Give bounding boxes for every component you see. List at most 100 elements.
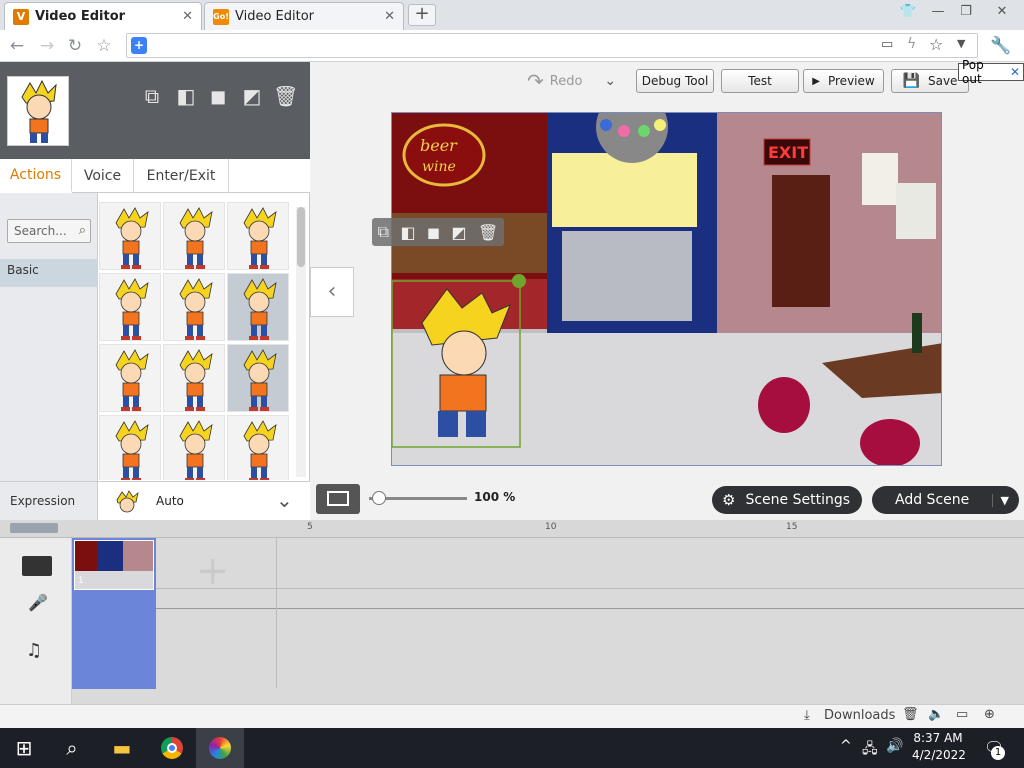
action-thumbnail[interactable] — [99, 202, 161, 270]
bookmark-star-icon[interactable]: ☆ — [93, 35, 115, 57]
scene-stage[interactable]: beer wine EXIT — [391, 112, 942, 466]
tab-actions[interactable]: Actions — [0, 159, 72, 193]
scene-thumbnail[interactable] — [74, 540, 154, 590]
tab-video-editor-2[interactable]: Go! Video Editor ✕ — [204, 2, 404, 30]
tab-voice[interactable]: Voice — [72, 159, 134, 193]
shirt-icon[interactable]: 👕 — [894, 2, 922, 24]
flip-icon[interactable]: ◧ — [400, 223, 415, 242]
bring-forward-icon[interactable]: ◼ — [427, 223, 440, 242]
taskbar-time[interactable]: 8:37 AM — [912, 731, 964, 745]
svg-text:wine: wine — [422, 159, 456, 175]
close-popout-icon[interactable]: ✕ — [1010, 65, 1020, 79]
rotate-handle-icon[interactable] — [512, 274, 526, 288]
pinwheel-app-icon[interactable] — [196, 728, 244, 768]
screen-icon[interactable]: ▭ — [956, 707, 968, 722]
floppy-disk-icon: 💾 — [902, 73, 920, 89]
downloads-link[interactable]: Downloads — [824, 708, 895, 723]
back-icon[interactable]: ← — [6, 35, 28, 57]
tab-video-editor-active[interactable]: V Video Editor ✕ — [4, 2, 202, 30]
timeline-zoom-handle[interactable] — [10, 523, 58, 533]
svg-text:beer: beer — [420, 136, 458, 155]
panel-header: ⧉ ◧ ◼ ◩ 🗑 — [0, 62, 310, 159]
camera-icon — [327, 491, 349, 506]
action-thumbnail[interactable] — [163, 415, 225, 480]
zoom-slider-knob[interactable] — [371, 491, 386, 505]
close-tab-icon[interactable]: ✕ — [182, 9, 193, 24]
maximize-icon[interactable]: ❐ — [952, 2, 980, 24]
chrome-icon[interactable] — [148, 728, 196, 768]
app-favicon-icon: V — [13, 8, 29, 25]
navigation-bar: ← → ↻ ☆ + ▭ ϟ ☆ ▼ 🔧 — [0, 30, 1024, 62]
windows-start-icon[interactable]: ⊞ — [0, 728, 48, 768]
asset-panel: ⧉ ◧ ◼ ◩ 🗑 Actions Voice Enter/Exit Searc… — [0, 62, 310, 521]
action-thumbnail[interactable] — [227, 344, 289, 412]
trash-icon[interactable]: 🗑 — [902, 707, 919, 722]
flip-icon[interactable]: ◧ — [174, 84, 198, 108]
zoom-value: 100 % — [474, 490, 516, 504]
volume-icon[interactable]: 🔊 — [886, 738, 903, 754]
tab-enter-exit[interactable]: Enter/Exit — [134, 159, 229, 193]
expression-row: Expression Auto ⌄ — [0, 481, 310, 521]
action-thumbnail[interactable] — [163, 273, 225, 341]
new-tab-button[interactable]: + — [408, 4, 436, 26]
camera-button[interactable] — [316, 484, 360, 514]
expression-value[interactable]: Auto — [156, 494, 184, 508]
collapse-panel-button[interactable]: ‹ — [310, 267, 354, 317]
network-icon[interactable]: 🖧 — [862, 738, 878, 762]
scrollbar-thumb[interactable] — [297, 207, 305, 267]
redo-icon: ↷ — [527, 69, 544, 93]
goanimate-favicon-icon: Go! — [213, 8, 229, 25]
chevron-down-icon[interactable]: ⌄ — [276, 488, 293, 512]
wrench-icon[interactable]: 🔧 — [990, 35, 1012, 57]
preview-button[interactable]: ▶ Preview — [803, 69, 884, 93]
dropdown-arrow-icon[interactable]: ▼ — [957, 37, 965, 50]
favorite-star-icon[interactable]: ☆ — [929, 35, 943, 54]
send-backward-icon[interactable]: ◩ — [240, 84, 264, 108]
scene-settings-button[interactable]: ⚙ Scene Settings — [712, 486, 862, 514]
category-basic[interactable]: Basic — [0, 259, 98, 287]
trash-icon[interactable]: 🗑 — [273, 84, 298, 108]
swap-icon[interactable]: ⧉ — [140, 84, 164, 108]
action-thumbnail[interactable] — [163, 344, 225, 412]
address-bar[interactable]: + ▭ ϟ ☆ ▼ — [126, 33, 978, 58]
forward-icon[interactable]: → — [36, 35, 58, 57]
lightning-icon[interactable]: ϟ — [907, 36, 916, 52]
swap-icon[interactable]: ⧉ — [378, 222, 389, 242]
chevron-down-icon[interactable]: ⌄ — [604, 73, 616, 89]
debug-tool-button[interactable]: Debug Tool — [636, 69, 714, 93]
close-icon[interactable]: ✕ — [988, 2, 1016, 24]
file-explorer-icon[interactable]: ▬ — [98, 728, 146, 768]
add-scene-button[interactable]: Add Scene ▼ — [872, 486, 1019, 514]
action-thumbnail[interactable] — [227, 202, 289, 270]
send-backward-icon[interactable]: ◩ — [452, 223, 467, 242]
bring-forward-icon[interactable]: ◼ — [206, 84, 230, 108]
action-thumbnail[interactable] — [227, 273, 289, 341]
taskbar-date[interactable]: 4/2/2022 — [912, 748, 966, 762]
search-icon[interactable]: ⌕ — [48, 728, 96, 768]
search-input[interactable]: Search... ⌕ — [7, 219, 91, 243]
minimize-icon[interactable]: — — [924, 2, 952, 24]
redo-button[interactable]: ↷ Redo ⌄ — [527, 69, 616, 93]
action-thumbnail[interactable] — [99, 415, 161, 480]
pop-out-button[interactable]: Pop out ✕ — [958, 58, 1024, 86]
search-icon[interactable]: ⌕ — [79, 220, 86, 242]
scene-column[interactable]: 1 — [72, 538, 156, 689]
test-button[interactable]: Test — [721, 69, 799, 93]
action-thumbnail[interactable] — [227, 415, 289, 480]
reload-icon[interactable]: ↻ — [64, 35, 86, 57]
ruler-tick-10: 10 — [545, 522, 557, 532]
add-scene-placeholder-icon[interactable]: + — [196, 548, 230, 594]
action-thumbnail[interactable] — [99, 344, 161, 412]
speaker-icon[interactable]: 🔈 — [928, 707, 944, 722]
dropdown-arrow-icon[interactable]: ▼ — [991, 493, 1009, 507]
trash-icon[interactable]: 🗑 — [478, 223, 498, 242]
notification-badge: 1 — [991, 746, 1005, 760]
action-thumbnail[interactable] — [163, 202, 225, 270]
close-tab-icon[interactable]: ✕ — [384, 9, 395, 24]
screen-record-icon[interactable]: ▭ — [881, 37, 901, 54]
svg-text:EXIT: EXIT — [768, 143, 808, 162]
zoom-icon[interactable]: ⊕ — [984, 707, 995, 722]
timeline-ruler[interactable]: 5 10 15 — [0, 520, 1024, 538]
chevron-up-icon[interactable]: ^ — [840, 738, 852, 754]
action-thumbnail[interactable] — [99, 273, 161, 341]
